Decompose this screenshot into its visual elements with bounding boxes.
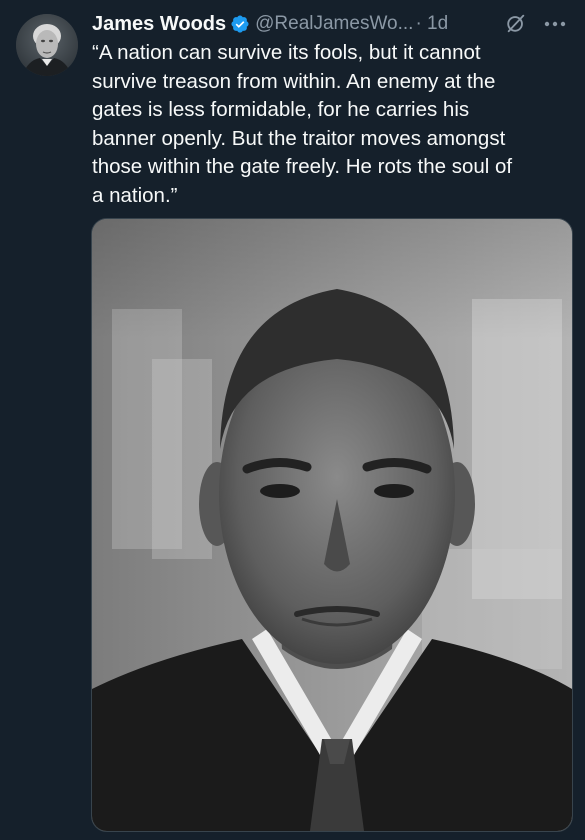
tweet-header: James Woods @RealJamesWo... · 1d [92, 10, 573, 38]
tweet-text: “A nation can survive its fools, but it … [92, 41, 513, 207]
display-name[interactable]: James Woods [92, 13, 226, 36]
tweet[interactable]: James Woods @RealJamesWo... · 1d “A nati… [0, 0, 585, 840]
grok-icon[interactable] [505, 12, 527, 34]
verified-badge-icon [230, 14, 250, 34]
tweet-media-photo[interactable] [91, 218, 573, 832]
avatar[interactable] [16, 14, 78, 76]
portrait-photo [92, 219, 572, 831]
timestamp[interactable]: · 1d [415, 13, 448, 35]
handle[interactable]: @RealJamesWo... [255, 13, 413, 35]
more-icon[interactable] [543, 12, 567, 36]
avatar-image [16, 14, 78, 76]
